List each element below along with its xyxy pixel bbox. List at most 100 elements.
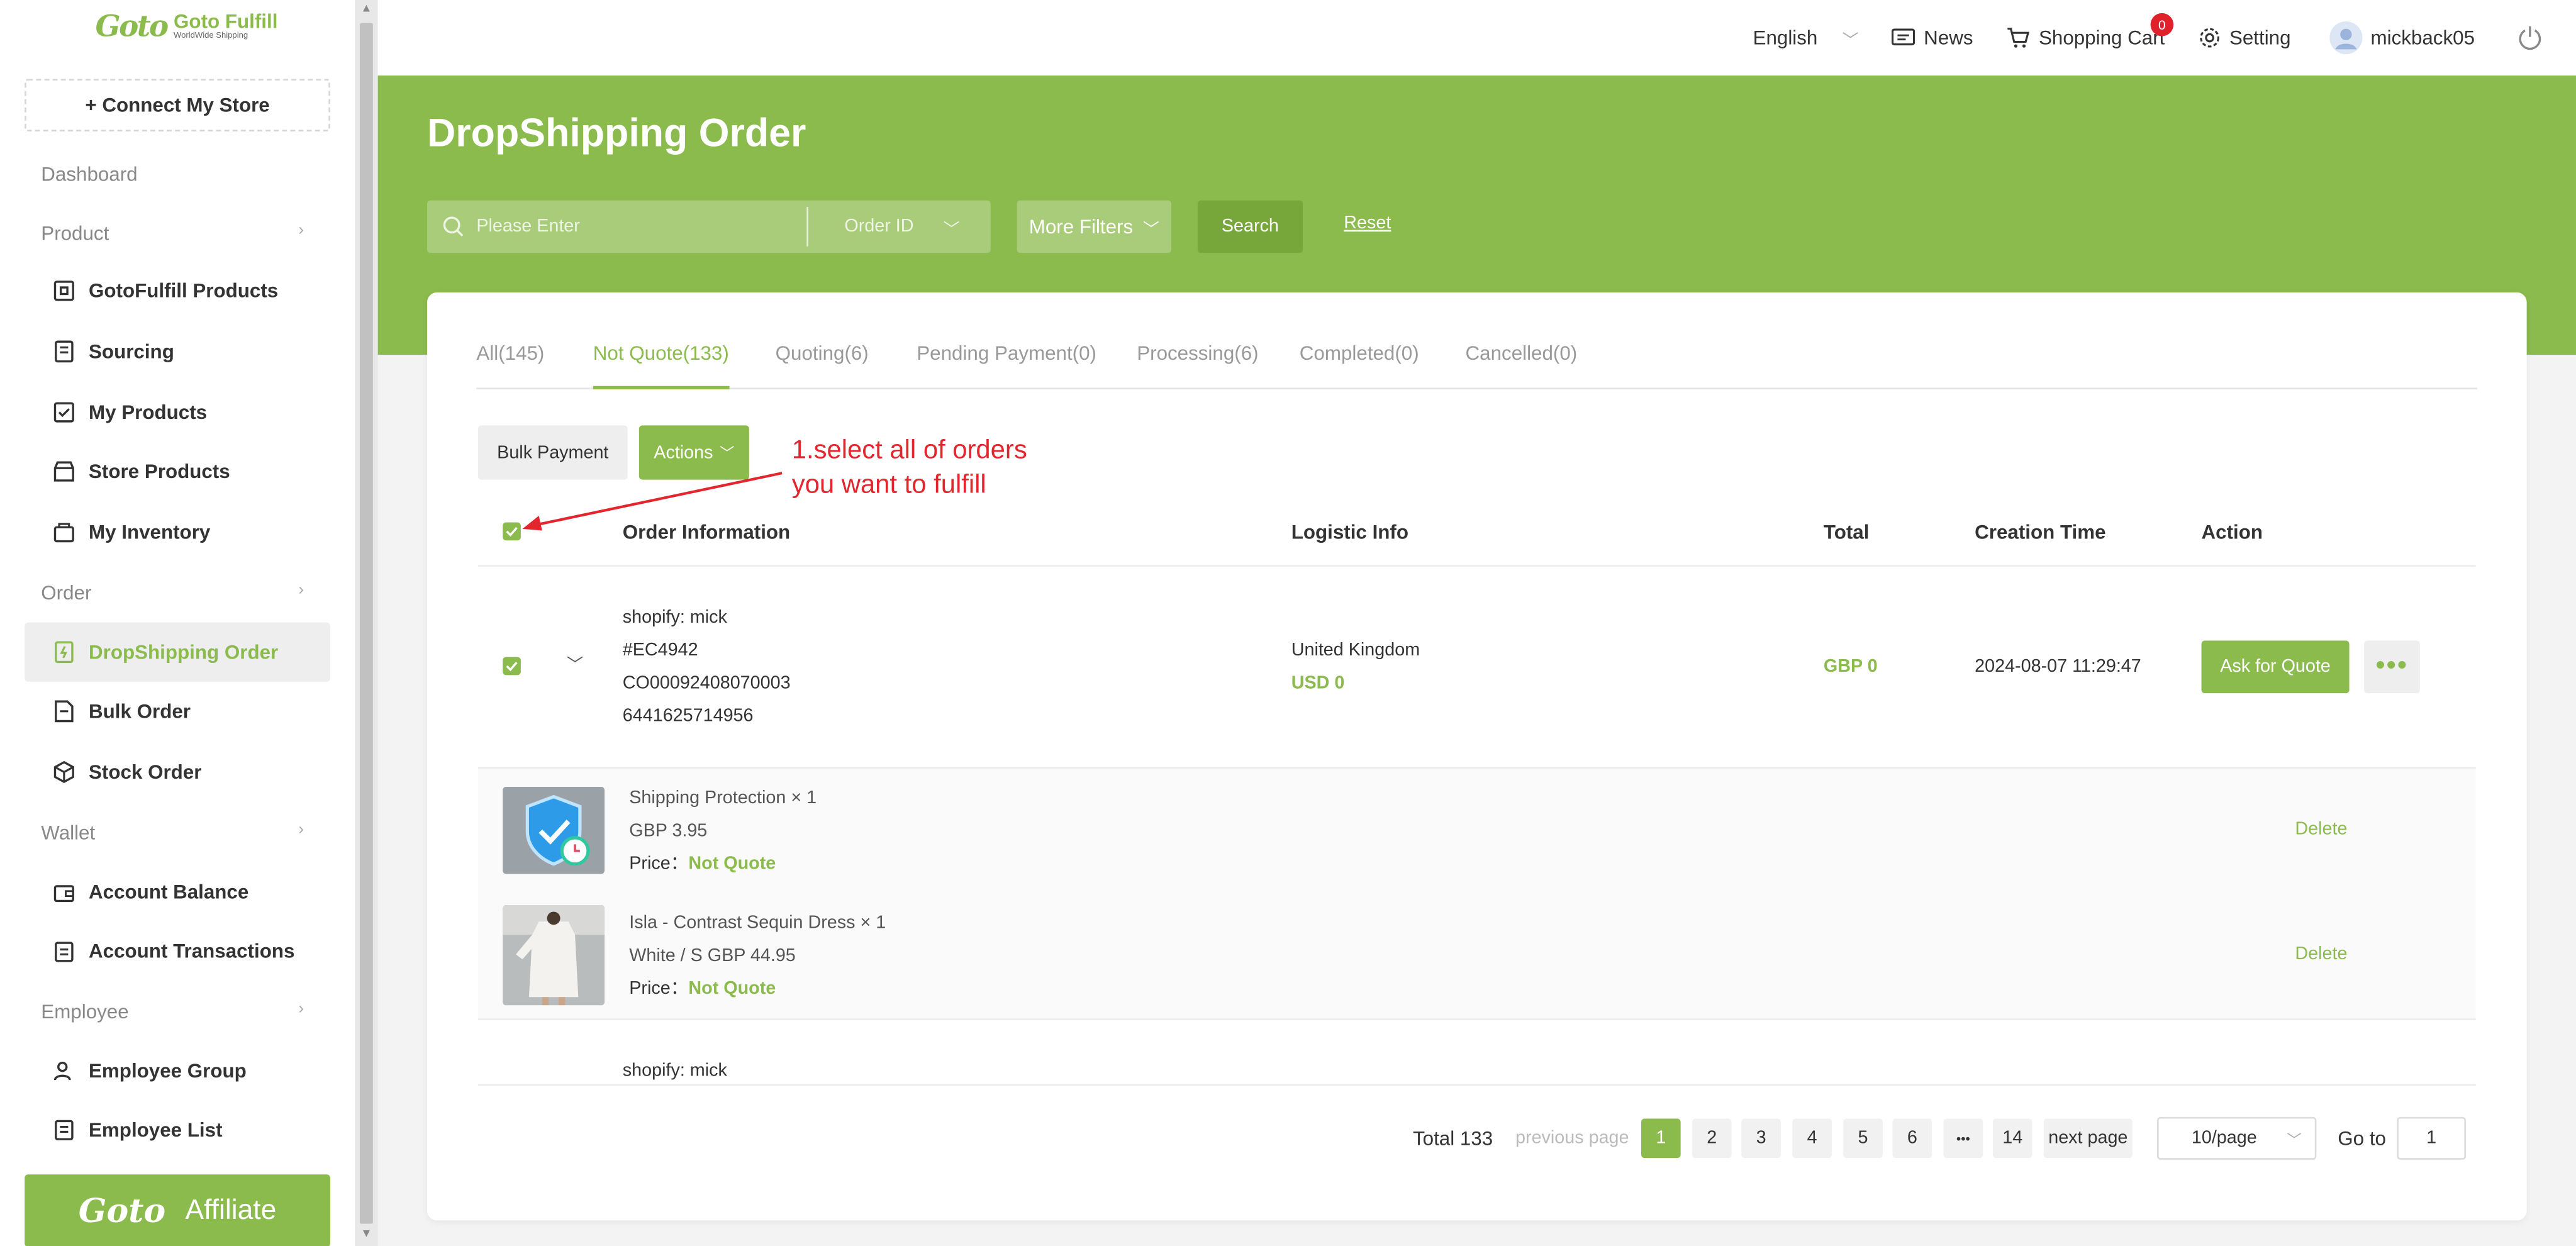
sidebar-item-dashboard[interactable]: Dashboard xyxy=(41,163,304,186)
tab-cancelled[interactable]: Cancelled(0) xyxy=(1466,342,1578,389)
sidebar-item-bulk-order[interactable]: Bulk Order xyxy=(25,682,330,741)
order-store: shopify: mick xyxy=(622,1061,727,1081)
username: mickback05 xyxy=(2370,26,2475,50)
affiliate-label: Affiliate xyxy=(185,1194,277,1226)
select-all-checkbox[interactable] xyxy=(503,522,521,541)
order-status-tabs: All(145) Not Quote(133) Quoting(6) Pendi… xyxy=(476,328,2478,389)
product-price: Price：Not Quote xyxy=(629,848,776,881)
sidebar-section-order[interactable]: Order › xyxy=(41,582,304,605)
divider xyxy=(477,565,2476,567)
search-button[interactable]: Search xyxy=(1197,200,1303,253)
logout-button[interactable] xyxy=(2517,0,2543,75)
sidebar-item-my-products[interactable]: My Products xyxy=(25,383,330,442)
sidebar-section-wallet[interactable]: Wallet › xyxy=(41,821,304,845)
tab-quoting[interactable]: Quoting(6) xyxy=(776,342,869,389)
page-5[interactable]: 5 xyxy=(1843,1118,1883,1159)
page-3[interactable]: 3 xyxy=(1741,1118,1781,1159)
language-select[interactable]: English ﹀ xyxy=(1753,0,1859,75)
search-divider xyxy=(806,207,808,247)
affiliate-logo-icon: Goto xyxy=(78,1191,166,1231)
order-row-checkbox[interactable] xyxy=(503,657,521,676)
previous-page-button[interactable]: previous page xyxy=(1515,1118,1630,1158)
sidebar-item-dropshipping-order[interactable]: DropShipping Order xyxy=(25,622,330,682)
reset-link[interactable]: Reset xyxy=(1344,214,1391,233)
search-type-select[interactable]: Order ID ﹀ xyxy=(844,201,959,253)
price-label: Price： xyxy=(629,979,689,999)
section-label: Product xyxy=(41,221,109,245)
sidebar-item-my-inventory[interactable]: My Inventory xyxy=(25,503,330,562)
goto-fulfill-logo[interactable]: Goto Goto Fulfill WorldWide Shipping xyxy=(95,10,277,45)
search-input[interactable] xyxy=(476,200,805,253)
tab-processing[interactable]: Processing(6) xyxy=(1137,342,1258,389)
user-menu[interactable]: mickback05 xyxy=(2329,0,2475,75)
users-icon xyxy=(53,1062,71,1081)
dress-photo-icon xyxy=(503,904,605,1006)
tab-completed[interactable]: Completed(0) xyxy=(1300,342,1419,389)
inventory-icon xyxy=(53,523,74,543)
page-6[interactable]: 6 xyxy=(1892,1118,1932,1159)
chevron-down-icon: ﹀ xyxy=(943,221,960,239)
shopping-cart-link[interactable]: Shopping Cart xyxy=(2006,0,2165,75)
sidebar-item-label: Account Balance xyxy=(89,880,249,904)
tab-all[interactable]: All(145) xyxy=(476,342,544,389)
section-label: Employee xyxy=(41,1000,129,1024)
chevron-down-icon: ﹀ xyxy=(1842,31,1859,50)
sidebar-item-label: Bulk Order xyxy=(89,699,191,723)
tab-not-quote[interactable]: Not Quote(133) xyxy=(593,342,729,389)
scroll-up-icon[interactable]: ▲ xyxy=(355,3,378,14)
section-label: Order xyxy=(41,581,92,605)
tab-pending-payment[interactable]: Pending Payment(0) xyxy=(917,342,1096,389)
header-creation-time: Creation Time xyxy=(1975,520,2106,544)
page-1[interactable]: 1 xyxy=(1641,1118,1681,1159)
page-2[interactable]: 2 xyxy=(1692,1118,1732,1159)
search-icon xyxy=(443,216,464,236)
header-order-information: Order Information xyxy=(622,520,791,544)
more-options-button[interactable]: ••• xyxy=(2364,640,2420,694)
sidebar-item-gotofulfill-products[interactable]: GotoFulfill Products xyxy=(25,261,330,320)
more-filters-button[interactable]: More Filters ﹀ xyxy=(1017,200,1172,253)
page-14[interactable]: 14 xyxy=(1992,1118,2032,1159)
sidebar-item-account-transactions[interactable]: Account Transactions xyxy=(25,921,330,981)
delete-product-link[interactable]: Delete xyxy=(2295,820,2347,839)
expand-chevron-icon[interactable]: ﹀ xyxy=(567,650,583,676)
divider xyxy=(477,767,2476,769)
ask-for-quote-button[interactable]: Ask for Quote xyxy=(2201,640,2350,694)
section-label: Wallet xyxy=(41,821,96,845)
sidebar: Goto Goto Fulfill WorldWide Shipping + C… xyxy=(0,0,355,1246)
language-label: English xyxy=(1753,26,1818,50)
chevron-right-icon: › xyxy=(298,581,304,600)
page-ellipsis[interactable]: ••• xyxy=(1943,1118,1983,1159)
page-size-select[interactable]: 10/page ﹀ xyxy=(2157,1116,2317,1160)
news-icon xyxy=(1891,28,1915,46)
goto-page-input[interactable]: 1 xyxy=(2397,1116,2467,1160)
sidebar-section-product[interactable]: Product › xyxy=(41,222,304,245)
sidebar-section-employee[interactable]: Employee › xyxy=(41,1000,304,1023)
cube-icon xyxy=(53,760,74,784)
setting-label: Setting xyxy=(2229,26,2291,50)
affiliate-button[interactable]: Goto Affiliate xyxy=(25,1174,330,1246)
sidebar-item-label: Sourcing xyxy=(89,340,174,364)
product-price: Price：Not Quote xyxy=(629,972,776,1005)
tutorial-annotation: 1.select all of orders you want to fulfi… xyxy=(792,433,1186,503)
sidebar-item-sourcing[interactable]: Sourcing xyxy=(25,322,330,381)
scroll-down-icon[interactable]: ▼ xyxy=(355,1228,378,1240)
divider xyxy=(477,1018,2476,1020)
sidebar-item-employee-list[interactable]: Employee List xyxy=(25,1101,330,1160)
delete-product-link[interactable]: Delete xyxy=(2295,945,2347,964)
sidebar-item-stock-order[interactable]: Stock Order xyxy=(25,742,330,801)
scrollbar-thumb[interactable] xyxy=(359,23,373,1224)
sidebar-scrollbar[interactable]: ▲ ▼ xyxy=(355,0,378,1246)
annotation-line-1: 1.select all of orders xyxy=(791,437,1027,465)
page-title: DropShipping Order xyxy=(427,111,806,157)
logo-mark: Goto xyxy=(95,9,169,45)
sidebar-item-label: Employee Group xyxy=(89,1059,247,1083)
sidebar-item-account-balance[interactable]: Account Balance xyxy=(25,862,330,921)
sidebar-item-employee-group[interactable]: Employee Group xyxy=(25,1042,330,1101)
sidebar-item-store-products[interactable]: Store Products xyxy=(25,442,330,501)
page-4[interactable]: 4 xyxy=(1792,1118,1832,1159)
news-link[interactable]: News xyxy=(1891,0,1973,75)
connect-store-button[interactable]: + Connect My Store xyxy=(25,79,330,131)
next-page-button[interactable]: next page xyxy=(2043,1118,2133,1159)
setting-link[interactable]: Setting xyxy=(2198,0,2291,75)
cart-count-badge: 0 xyxy=(2150,13,2174,36)
